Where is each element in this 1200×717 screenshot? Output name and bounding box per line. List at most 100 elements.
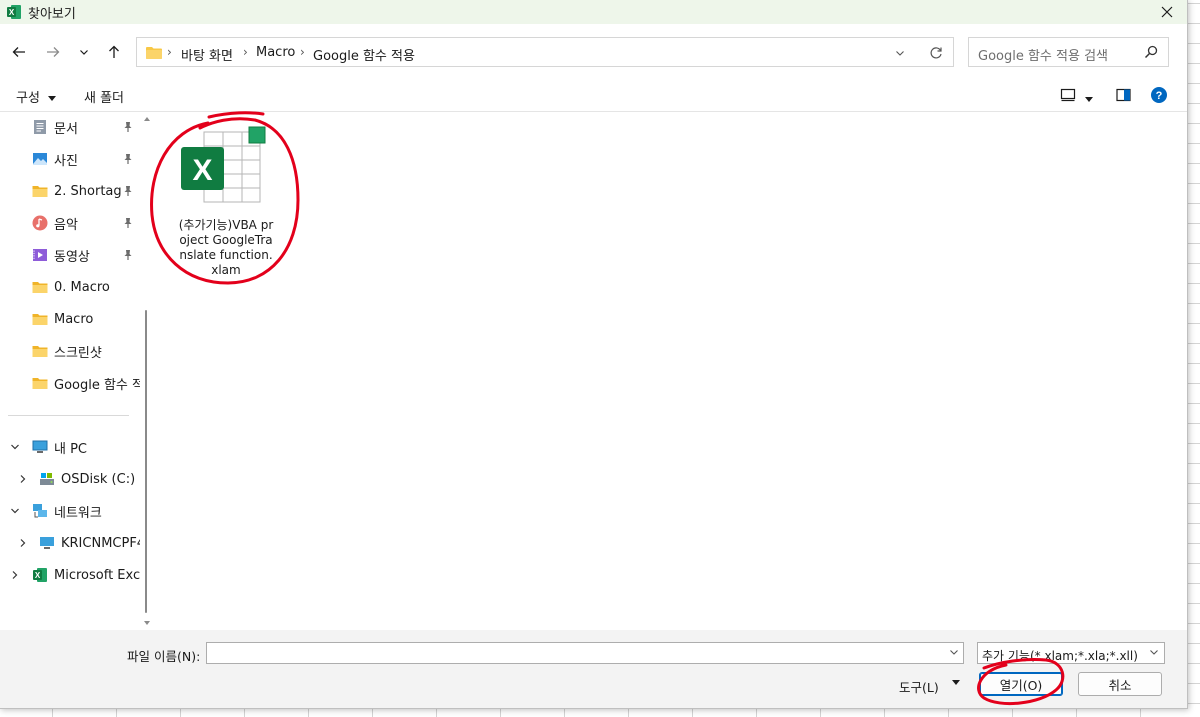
help-button[interactable]: ? bbox=[1151, 87, 1167, 106]
navigation-bar: › 바탕 화면 › Macro › Google 함수 적용 Google 함수… bbox=[0, 30, 1187, 76]
back-arrow-icon bbox=[12, 47, 25, 57]
sidebar-item-music[interactable]: 음악 bbox=[0, 208, 140, 238]
close-icon bbox=[1161, 6, 1173, 18]
sidebar-item-shortage-folder[interactable]: 2. Shortage l bbox=[0, 176, 140, 206]
svg-text:X: X bbox=[192, 154, 212, 187]
folder-icon bbox=[32, 282, 48, 293]
pin-icon bbox=[124, 250, 132, 260]
sidebar-item-this-pc[interactable]: 내 PC bbox=[0, 432, 140, 462]
window-title: 찾아보기 bbox=[28, 7, 76, 22]
sidebar-item-macro[interactable]: Macro bbox=[0, 304, 140, 334]
sidebar-item-microsoft-excel[interactable]: X Microsoft Excel bbox=[0, 560, 140, 590]
sidebar-item-label: 스크린샷 bbox=[54, 345, 102, 361]
computer-icon bbox=[40, 537, 54, 549]
open-button[interactable]: 열기(O) bbox=[979, 672, 1063, 696]
pin-icon bbox=[124, 154, 132, 164]
recent-locations-button[interactable] bbox=[71, 38, 97, 66]
forward-arrow-icon bbox=[47, 47, 60, 57]
file-type-filter-select[interactable]: 추가 기능(*.xlam;*.xla;*.xll) bbox=[977, 642, 1165, 664]
caret-down-icon bbox=[48, 95, 57, 101]
forward-button[interactable] bbox=[40, 38, 66, 66]
sidebar-item-label: KRICNMCPF41 bbox=[61, 535, 140, 551]
pin-icon bbox=[124, 122, 132, 132]
address-dropdown-button[interactable] bbox=[891, 44, 909, 62]
up-button[interactable] bbox=[101, 38, 127, 66]
sidebar-item-kricnmcpf41[interactable]: KRICNMCPF41 bbox=[0, 528, 140, 558]
breadcrumb-separator: › bbox=[300, 45, 305, 59]
tools-button[interactable]: 도구(L) bbox=[899, 677, 939, 696]
view-dropdown-button[interactable] bbox=[1085, 92, 1093, 106]
new-folder-button[interactable]: 새 폴더 bbox=[84, 87, 124, 106]
breadcrumb-desktop[interactable]: 바탕 화면 bbox=[181, 45, 233, 64]
recent-dropdown-icon bbox=[80, 50, 88, 55]
search-box[interactable]: Google 함수 적용 검색 bbox=[968, 37, 1169, 67]
sidebar-item-label: 0. Macro bbox=[54, 279, 110, 295]
chevron-right-icon[interactable] bbox=[18, 538, 28, 548]
chevron-down-icon[interactable] bbox=[10, 506, 20, 516]
view-mode-button[interactable] bbox=[1060, 88, 1076, 102]
sidebar-item-label: 내 PC bbox=[54, 441, 88, 457]
chevron-right-icon[interactable] bbox=[18, 474, 28, 484]
sidebar-item-screenshots[interactable]: 스크린샷 bbox=[0, 336, 140, 366]
breadcrumb-google[interactable]: Google 함수 적용 bbox=[313, 45, 415, 64]
sidebar-item-network[interactable]: 네트워크 bbox=[0, 496, 140, 526]
filename-label: 파일 이름(N): bbox=[127, 649, 201, 664]
pin-icon bbox=[124, 186, 132, 196]
search-icon bbox=[1144, 45, 1158, 59]
sidebar-item-label: OSDisk (C:) bbox=[61, 471, 136, 487]
help-icon: ? bbox=[1151, 87, 1167, 103]
excel-addin-file-icon: X bbox=[181, 126, 266, 203]
browse-dialog: X 찾아보기 › 바탕 화면 › Macro › Google 함수 적용 Go… bbox=[0, 0, 1188, 709]
navigation-pane: 문서 사진 2. Shortage l bbox=[0, 112, 146, 630]
excel-icon: X bbox=[33, 568, 47, 582]
svg-text:?: ? bbox=[1156, 90, 1163, 102]
file-list-pane: X (추가기능)VBA project GoogleTranslate func… bbox=[156, 112, 1176, 630]
sidebar-item-google-folder[interactable]: Google 함수 적· bbox=[0, 368, 140, 398]
network-icon bbox=[33, 504, 47, 518]
address-bar[interactable]: › 바탕 화면 › Macro › Google 함수 적용 bbox=[136, 37, 954, 67]
chevron-right-icon[interactable] bbox=[10, 570, 20, 580]
sidebar-item-0-macro[interactable]: 0. Macro bbox=[0, 272, 140, 302]
close-button[interactable] bbox=[1147, 0, 1187, 24]
view-icon bbox=[1060, 88, 1076, 102]
scroll-down-arrow-icon[interactable] bbox=[144, 620, 150, 626]
refresh-button[interactable] bbox=[927, 44, 945, 62]
chevron-down-icon[interactable] bbox=[949, 647, 959, 657]
svg-text:X: X bbox=[35, 571, 41, 580]
breadcrumb-macro[interactable]: Macro bbox=[256, 45, 295, 60]
chevron-down-icon[interactable] bbox=[10, 442, 20, 452]
folder-icon bbox=[32, 186, 48, 197]
folder-icon bbox=[32, 314, 48, 325]
this-pc-icon bbox=[32, 440, 48, 453]
sidebar-item-label: Google 함수 적· bbox=[54, 377, 140, 393]
sidebar-item-label: 사진 bbox=[54, 153, 78, 169]
folder-icon bbox=[146, 47, 162, 59]
refresh-icon bbox=[930, 47, 942, 59]
chevron-down-icon bbox=[1150, 650, 1158, 655]
sidebar-item-pictures[interactable]: 사진 bbox=[0, 144, 140, 174]
sidebar-scrollbar[interactable] bbox=[144, 112, 150, 630]
organize-label: 구성 bbox=[16, 91, 40, 106]
sidebar-item-documents[interactable]: 문서 bbox=[0, 112, 140, 142]
file-item[interactable]: X (추가기능)VBA project GoogleTranslate func… bbox=[176, 122, 276, 282]
caret-down-icon[interactable] bbox=[952, 680, 960, 686]
sidebar-item-osdisk[interactable]: OSDisk (C:) bbox=[0, 464, 140, 494]
preview-pane-button[interactable] bbox=[1116, 88, 1131, 105]
sidebar-item-videos[interactable]: 동영상 bbox=[0, 240, 140, 270]
title-bar: X 찾아보기 bbox=[0, 0, 1187, 24]
back-button[interactable] bbox=[6, 38, 32, 66]
documents-icon bbox=[34, 120, 46, 134]
sidebar-item-label: Microsoft Excel bbox=[54, 567, 140, 583]
organize-button[interactable]: 구성 bbox=[16, 87, 57, 106]
folder-icon bbox=[32, 378, 48, 389]
scroll-up-arrow-icon[interactable] bbox=[144, 116, 150, 122]
filename-input[interactable] bbox=[206, 642, 964, 664]
excel-icon: X bbox=[7, 5, 21, 19]
sidebar-item-label: 2. Shortage l bbox=[54, 183, 122, 199]
sidebar-divider bbox=[8, 415, 129, 416]
sidebar-item-label: 문서 bbox=[54, 121, 78, 137]
search-placeholder: Google 함수 적용 검색 bbox=[978, 49, 1108, 64]
scrollbar-thumb[interactable] bbox=[145, 310, 147, 613]
file-name-label: (추가기능)VBA project GoogleTranslate functi… bbox=[178, 218, 274, 277]
cancel-button[interactable]: 취소 bbox=[1078, 672, 1162, 696]
